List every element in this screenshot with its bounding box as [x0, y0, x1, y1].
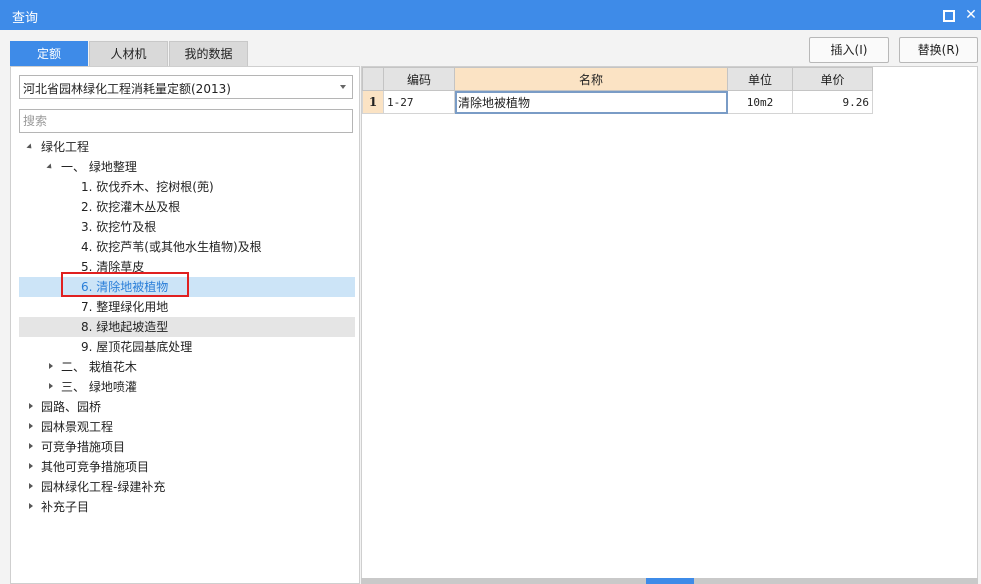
expanded-triangle-icon[interactable] [46, 157, 56, 177]
table-header-row: 编码 名称 单位 单价 [362, 67, 873, 91]
quota-library-select[interactable]: 河北省园林绿化工程消耗量定额(2013) [19, 75, 353, 99]
tree-node-label: 3. 砍挖竹及根 [81, 220, 157, 234]
tree-node[interactable]: 1. 砍伐乔木、挖树根(蔸) [19, 177, 355, 197]
window-title: 查询 [12, 11, 39, 26]
tree-node[interactable]: 7. 整理绿化用地 [19, 297, 355, 317]
tree-node[interactable]: 园林景观工程 [19, 417, 355, 437]
tree-node-label: 其他可竞争措施项目 [41, 460, 150, 474]
column-header-price[interactable]: 单价 [792, 67, 873, 91]
tree-node-label: 三、 绿地喷灌 [61, 380, 137, 394]
maximize-icon[interactable] [938, 4, 960, 26]
chevron-down-icon [340, 85, 346, 89]
collapsed-triangle-icon[interactable] [26, 497, 36, 517]
tree-node[interactable]: 一、 绿地整理 [19, 157, 355, 177]
tree-node-label: 补充子目 [41, 500, 90, 514]
title-bar[interactable]: 查询 ✕ [0, 0, 981, 30]
tree-node[interactable]: 其他可竞争措施项目 [19, 457, 355, 477]
tree-node-label: 一、 绿地整理 [61, 160, 137, 174]
tree-node[interactable]: 三、 绿地喷灌 [19, 377, 355, 397]
cell-unit[interactable]: 10m2 [727, 90, 793, 114]
tree-node[interactable]: 园林绿化工程-绿建补充 [19, 477, 355, 497]
result-table: 编码 名称 单位 单价 1 1-27 清除地被植物 10m2 9.26 [362, 67, 873, 114]
collapsed-triangle-icon[interactable] [26, 417, 36, 437]
collapsed-triangle-icon[interactable] [26, 397, 36, 417]
row-number[interactable]: 1 [362, 90, 384, 114]
column-header-name[interactable]: 名称 [454, 67, 728, 91]
tree-node[interactable]: 二、 栽植花木 [19, 357, 355, 377]
tree-node-label: 4. 砍挖芦苇(或其他水生植物)及根 [81, 240, 262, 254]
collapsed-triangle-icon[interactable] [46, 377, 56, 397]
tree-node[interactable]: 补充子目 [19, 497, 355, 517]
column-header-unit[interactable]: 单位 [727, 67, 793, 91]
search-input[interactable] [19, 109, 353, 133]
tree-node[interactable]: 2. 砍挖灌木丛及根 [19, 197, 355, 217]
cell-price[interactable]: 9.26 [792, 90, 873, 114]
tab-quota[interactable]: 定额 [10, 41, 88, 66]
collapsed-triangle-icon[interactable] [46, 357, 56, 377]
collapsed-triangle-icon[interactable] [26, 477, 36, 497]
cell-name[interactable]: 清除地被植物 [454, 90, 728, 114]
row-number-header [362, 67, 384, 91]
expanded-triangle-icon[interactable] [26, 137, 36, 157]
tree-node[interactable]: 8. 绿地起坡造型 [19, 317, 355, 337]
tree-node-label: 园林绿化工程-绿建补充 [41, 480, 166, 494]
tree-node-label: 园林景观工程 [41, 420, 114, 434]
tree-node-label: 可竞争措施项目 [41, 440, 126, 454]
tree-node[interactable]: 园路、园桥 [19, 397, 355, 417]
tree-node-label: 绿化工程 [41, 140, 90, 154]
table-row[interactable]: 1 1-27 清除地被植物 10m2 9.26 [362, 90, 873, 114]
cell-code[interactable]: 1-27 [383, 90, 455, 114]
tree-node[interactable]: 绿化工程 [19, 137, 355, 157]
tree-node-label: 7. 整理绿化用地 [81, 300, 169, 314]
quota-library-value: 河北省园林绿化工程消耗量定额(2013) [23, 82, 231, 96]
tree-node-label: 2. 砍挖灌木丛及根 [81, 200, 181, 214]
insert-button[interactable]: 插入(I) [809, 37, 889, 63]
column-header-code[interactable]: 编码 [383, 67, 455, 91]
close-icon[interactable]: ✕ [960, 4, 981, 26]
result-grid-panel: 编码 名称 单位 单价 1 1-27 清除地被植物 10m2 9.26 [361, 66, 978, 582]
replace-button[interactable]: 替换(R) [899, 37, 978, 63]
query-dialog: 查询 ✕ 定额 人材机 我的数据 插入(I) 替换(R) 河北省园林绿化工程消耗… [0, 0, 981, 584]
scrollbar-thumb[interactable] [646, 578, 694, 584]
tree-node-label: 8. 绿地起坡造型 [81, 320, 169, 334]
tree-node-label: 园路、园桥 [41, 400, 102, 414]
tree-node-label: 二、 栽植花木 [61, 360, 137, 374]
horizontal-scrollbar[interactable] [361, 578, 978, 584]
collapsed-triangle-icon[interactable] [26, 457, 36, 477]
tree-node[interactable]: 4. 砍挖芦苇(或其他水生植物)及根 [19, 237, 355, 257]
collapsed-triangle-icon[interactable] [26, 437, 36, 457]
tab-my-data[interactable]: 我的数据 [169, 41, 248, 66]
tree-node-label: 9. 屋顶花园基底处理 [81, 340, 193, 354]
tree-node[interactable]: 9. 屋顶花园基底处理 [19, 337, 355, 357]
quota-tree-panel: 河北省园林绿化工程消耗量定额(2013) 绿化工程一、 绿地整理 1. 砍伐乔木、… [10, 66, 360, 584]
tab-labor-material-machine[interactable]: 人材机 [89, 41, 168, 66]
tree-node[interactable]: 3. 砍挖竹及根 [19, 217, 355, 237]
highlight-annotation-box [61, 272, 189, 297]
tree-node-label: 1. 砍伐乔木、挖树根(蔸) [81, 180, 214, 194]
tree-node[interactable]: 可竞争措施项目 [19, 437, 355, 457]
